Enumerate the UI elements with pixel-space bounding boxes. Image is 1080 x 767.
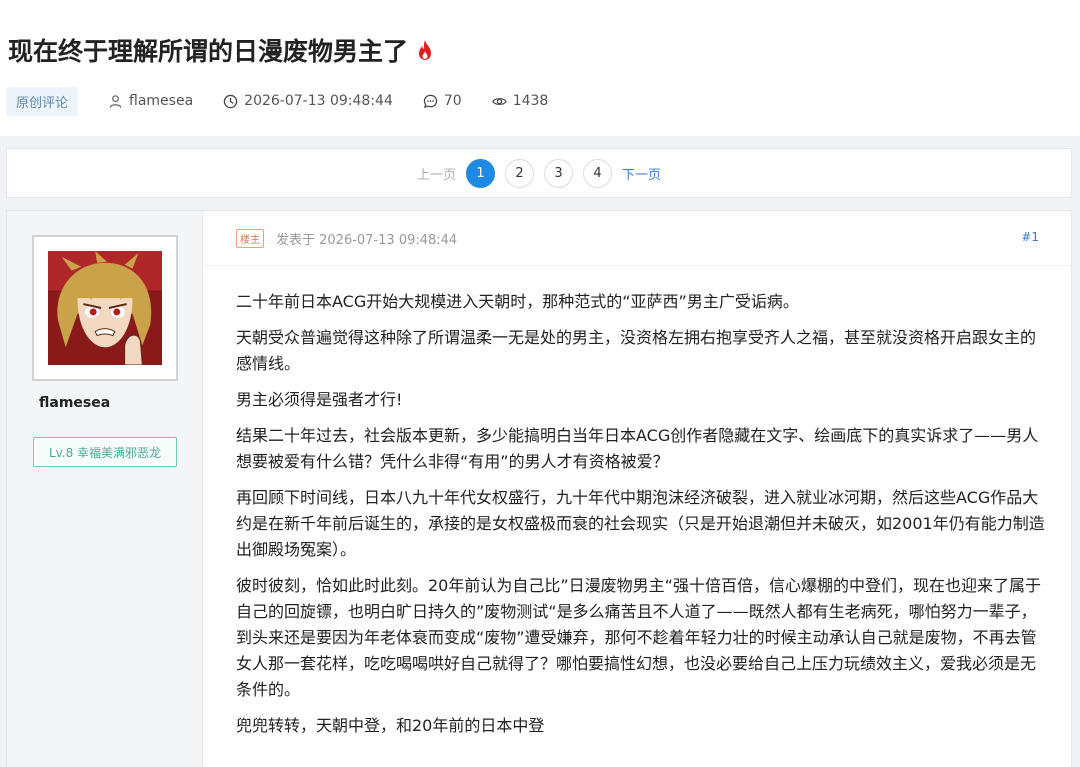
page-1-button[interactable]: 1 xyxy=(466,158,495,188)
paragraph: 二十年前日本ACG开始大规模进入天朝时，那种范式的“亚萨西”男主广受诟病。 xyxy=(236,292,799,311)
user-icon xyxy=(109,94,122,108)
post-datetime: 2026-07-13 09:48:44 xyxy=(244,93,393,109)
level-badge: Lv.8 幸福美满邪恶龙 xyxy=(33,437,177,467)
paragraph: 结果二十年过去，社会版本更新，多少能搞明白当年日本ACG创作者隐藏在文字、绘画底… xyxy=(236,426,1039,471)
page-3-button[interactable]: 3 xyxy=(544,158,573,188)
paragraph: 天朝受众普遍觉得这种除了所谓温柔一无是处的男主，没资格左拥右抱享受齐人之福，甚至… xyxy=(236,328,1037,373)
floor-number-link[interactable]: #1 xyxy=(1021,230,1039,244)
time-meta: 2026-07-13 09:48:44 xyxy=(223,93,393,109)
flame-icon xyxy=(419,40,432,60)
prev-page-link[interactable]: 上一页 xyxy=(417,164,456,183)
category-tag[interactable]: 原创评论 xyxy=(6,86,79,116)
posted-at: 发表于 2026-07-13 09:48:44 xyxy=(276,232,458,248)
post-header: 现在终于理解所谓的日漫废物男主了 原创评论 flamesea 2026-07-1… xyxy=(0,0,1080,136)
post-meta: 原创评论 flamesea 2026-07-13 09:48:44 70 143… xyxy=(6,86,578,116)
author-meta[interactable]: flamesea xyxy=(108,93,193,109)
clock-icon xyxy=(223,94,238,108)
post-info-bar: 楼主 发表于 2026-07-13 09:48:44 #1 xyxy=(204,211,1071,266)
next-page-link[interactable]: 下一页 xyxy=(622,164,661,183)
post-body: 二十年前日本ACG开始大规模进入天朝时，那种范式的“亚萨西”男主广受诟病。 天朝… xyxy=(236,289,1046,749)
pagination: 上一页 1 2 3 4 下一页 xyxy=(6,148,1072,198)
post-floor: flamesea Lv.8 幸福美满邪恶龙 楼主 发表于 2026-07-13 … xyxy=(6,210,1072,767)
avatar-image xyxy=(48,251,162,365)
page-4-button[interactable]: 4 xyxy=(583,158,612,188)
paragraph: 男主必须得是强者才行! xyxy=(236,390,403,409)
page-2-button[interactable]: 2 xyxy=(505,158,534,188)
author-name: flamesea xyxy=(129,93,194,109)
comments-meta[interactable]: 70 xyxy=(423,93,462,109)
op-badge: 楼主 xyxy=(236,228,264,248)
eye-icon xyxy=(491,97,507,105)
paragraph: 兜兜转转，天朝中登，和20年前的日本中登 xyxy=(236,716,545,735)
comment-icon xyxy=(423,94,438,108)
title-text: 现在终于理解所谓的日漫废物男主了 xyxy=(8,37,409,66)
author-sidebar: flamesea Lv.8 幸福美满邪恶龙 xyxy=(7,211,203,767)
paragraph: 再回顾下时间线，日本八九十年代女权盛行，九十年代中期泡沫经济破裂，进入就业冰河期… xyxy=(236,488,1045,559)
page-title: 现在终于理解所谓的日漫废物男主了 xyxy=(8,32,434,68)
paragraph: 彼时彼刻，恰如此时此刻。20年前认为自己比”日漫废物男主“强十倍百倍，信心爆棚的… xyxy=(236,576,1041,699)
post-content: 楼主 发表于 2026-07-13 09:48:44 #1 二十年前日本ACG开… xyxy=(204,211,1071,767)
comment-count: 70 xyxy=(443,93,462,109)
views-meta: 1438 xyxy=(491,93,549,109)
sidebar-username[interactable]: flamesea xyxy=(39,395,110,411)
view-count: 1438 xyxy=(512,93,549,109)
avatar[interactable] xyxy=(32,235,178,381)
